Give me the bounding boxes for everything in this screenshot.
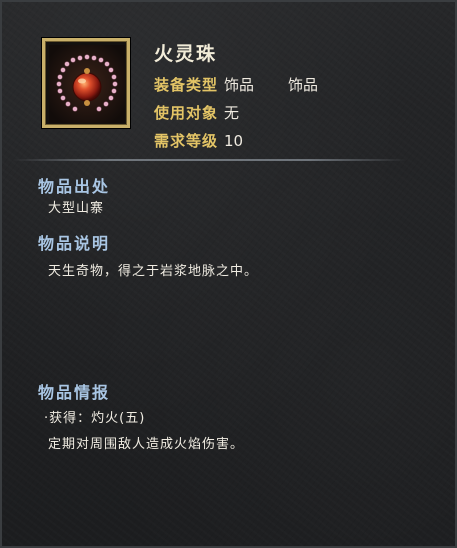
info-effect-line: ·获得：灼火(五) [44, 411, 146, 426]
description-title: 物品说明 [38, 234, 111, 253]
source-title: 物品出处 [38, 177, 111, 196]
stat-value-equip-subtype: 饰品 [288, 76, 319, 94]
stat-row-target: 使用对象无 [154, 103, 239, 123]
description-text: 天生奇物，得之于岩浆地脉之中。 [48, 264, 259, 279]
stat-label-equip-type: 装备类型 [154, 76, 219, 94]
stat-row-required-level: 需求等级 10 [154, 131, 243, 151]
stat-row-equip-type: 装备类型 饰品 饰品 [154, 75, 318, 95]
stat-value-equip-type: 饰品 [224, 76, 255, 94]
item-name: 火灵珠 [154, 43, 218, 65]
info-title: 物品情报 [38, 383, 111, 402]
item-tooltip: 火灵珠 装备类型 饰品 饰品 使用对象无 需求等级 10 物品出处 大型山寨 物品说明… [0, 0, 457, 548]
stat-value-target: 无 [224, 104, 240, 122]
source-text: 大型山寨 [48, 201, 105, 216]
item-icon-frame [42, 38, 130, 128]
stat-value-required-level: 10 [224, 132, 244, 150]
stat-label-target: 使用对象 [154, 104, 219, 122]
stat-label-required-level: 需求等级 [154, 132, 219, 150]
fire-bead-necklace-icon [49, 45, 125, 123]
header-divider [12, 159, 407, 161]
info-effect-description: 定期对周围敌人造成火焰伤害。 [48, 437, 245, 452]
